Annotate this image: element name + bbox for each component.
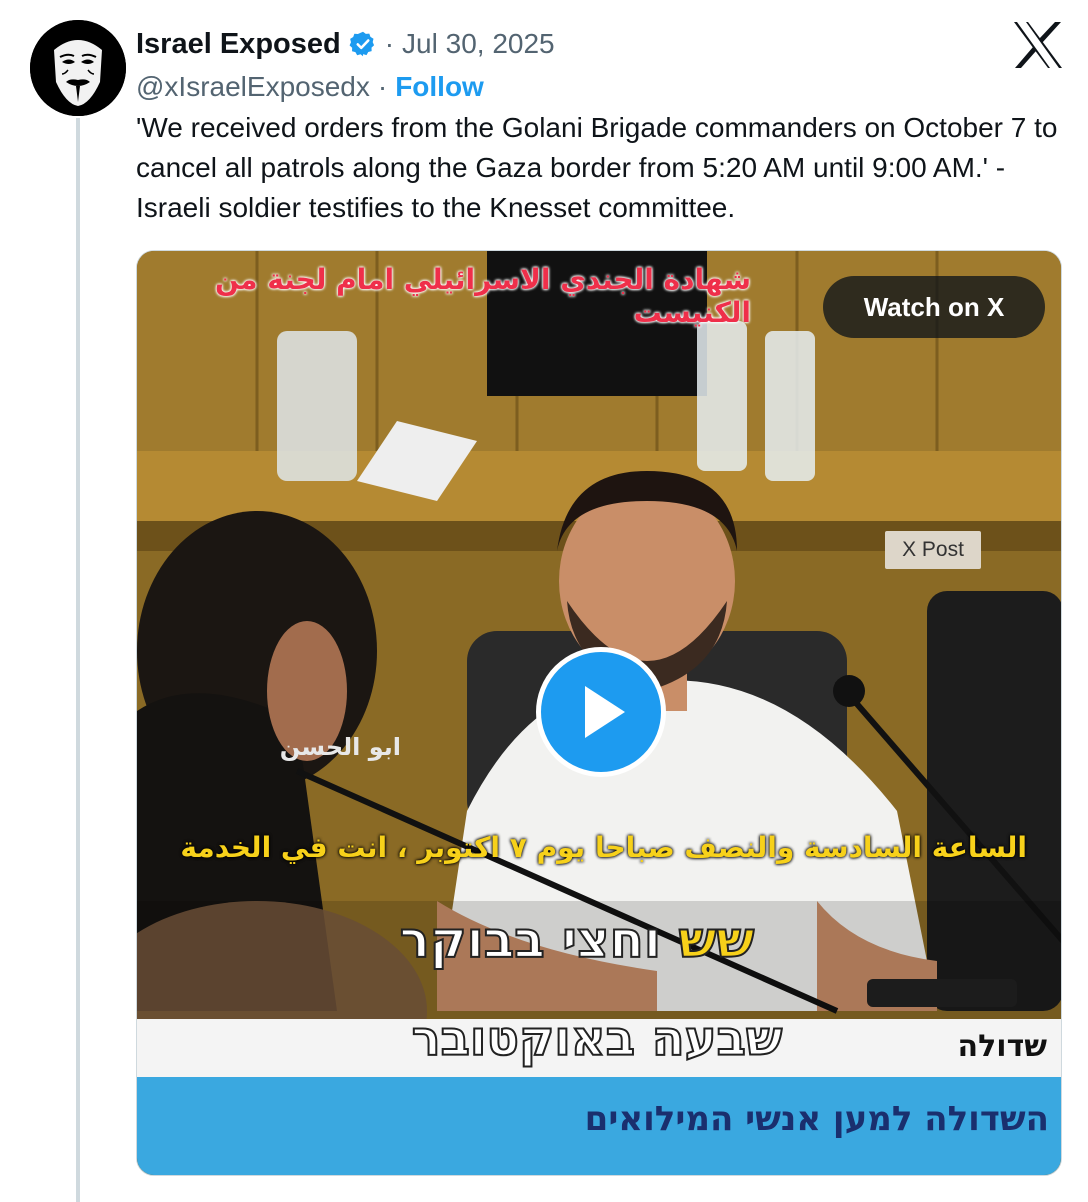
separator-dot: · <box>377 71 388 102</box>
overlay-hebrew-line2: שבעה באוקטובר <box>411 1010 784 1068</box>
overlay-hebrew-bottom: השדולה למען אנשי המילואים <box>584 1099 1049 1139</box>
overlay-hebrew-highlight: שש <box>677 910 755 970</box>
handle-row: @xIsraelExposedx · Follow <box>136 70 484 104</box>
overlay-arabic-title: شهادة الجندي الاسرائيلي امام لجنة من الك… <box>214 263 751 329</box>
post-date[interactable]: Jul 30, 2025 <box>402 28 555 60</box>
overlay-hebrew-line1-rest: וחצי בבוקר <box>399 910 662 970</box>
user-handle[interactable]: @xIsraelExposedx <box>136 71 370 103</box>
tweet-header: Israel Exposed · Jul 30, 2025 <box>136 26 555 62</box>
play-button[interactable] <box>536 647 666 777</box>
overlay-arabic-name: ابو الحسن <box>279 733 401 761</box>
overlay-hebrew-brand: שדולה <box>957 1029 1047 1064</box>
follow-button[interactable]: Follow <box>395 71 484 103</box>
x-post-badge: X Post <box>885 531 981 569</box>
tweet-card: Israel Exposed · Jul 30, 2025 @xIsraelEx… <box>0 0 1088 1202</box>
avatar[interactable] <box>30 20 126 116</box>
overlay-arabic-caption: الساعة السادسة والنصف صباحا يوم ٧ اكتوبر… <box>180 831 1027 864</box>
anonymous-mask-icon <box>30 20 126 116</box>
thread-line <box>76 118 80 1202</box>
verified-badge-icon <box>349 30 377 58</box>
play-icon <box>585 686 625 738</box>
separator-dot: · <box>384 28 395 59</box>
watch-on-x-button[interactable]: Watch on X <box>823 276 1045 338</box>
overlay-hebrew-line1: שש וחצי בבוקר <box>337 910 817 970</box>
x-logo-icon[interactable] <box>1012 20 1064 70</box>
display-name[interactable]: Israel Exposed <box>136 28 341 61</box>
tweet-text: 'We received orders from the Golani Brig… <box>136 112 1058 223</box>
video-media[interactable]: شهادة الجندي الاسرائيلي امام لجنة من الك… <box>136 250 1062 1176</box>
